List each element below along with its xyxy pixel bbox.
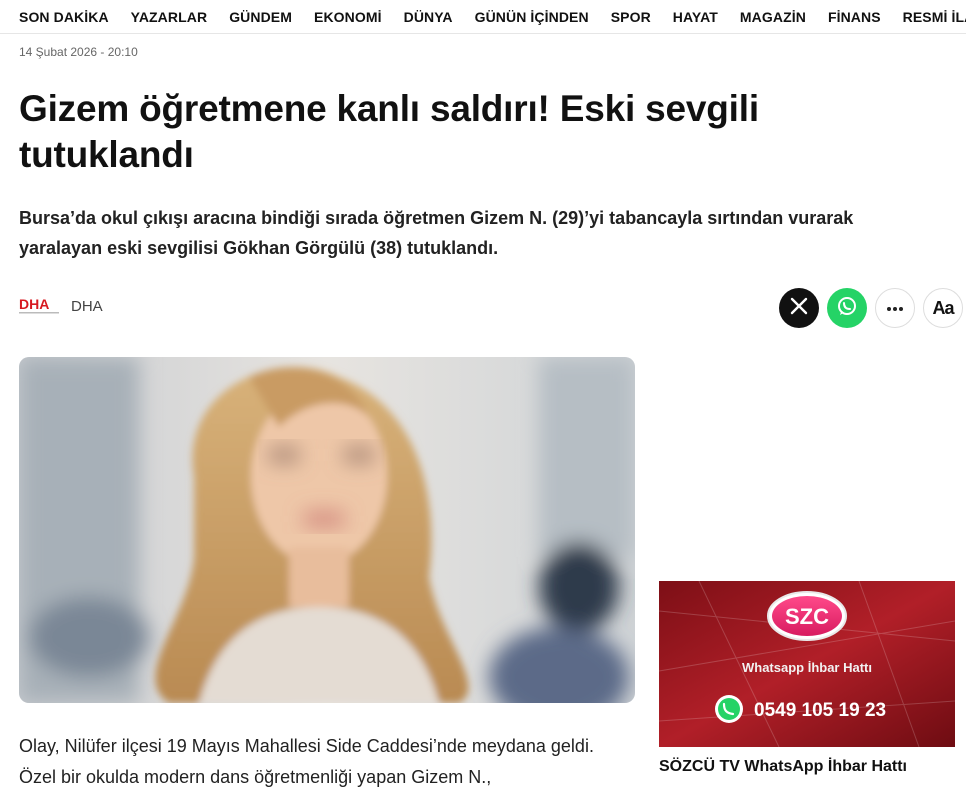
font-size-icon: Aa [932, 297, 954, 318]
ad-caption-link[interactable]: SÖZCÜ TV WhatsApp İhbar Hattı [659, 758, 907, 776]
ad-line-text: Whatsapp İhbar Hattı [742, 660, 872, 675]
share-x-button[interactable] [779, 288, 819, 328]
nav-item-magazin[interactable]: MAGAZİN [740, 9, 806, 25]
x-icon [790, 297, 808, 320]
nav-item-gundem[interactable]: GÜNDEM [229, 9, 292, 25]
dha-logo-text: DHA [19, 296, 49, 312]
dha-logo: DHA [19, 294, 61, 318]
article-hero-image [19, 357, 635, 703]
nav-item-finans[interactable]: FİNANS [828, 9, 881, 25]
article-summary: Bursa’da okul çıkışı aracına bindiği sır… [19, 208, 854, 258]
article-body-paragraph: Olay, Nilüfer ilçesi 19 Mayıs Mahallesi … [19, 736, 594, 787]
nav-item-resmi-ilan[interactable]: RESMİ İLAN [903, 9, 966, 25]
article-date: 14 Şubat 2026 - 20:10 [19, 45, 138, 59]
nav-item-yazarlar[interactable]: YAZARLAR [131, 9, 208, 25]
whatsapp-icon [836, 295, 858, 322]
nav-item-son-dakika[interactable]: SON DAKİKA [19, 9, 109, 25]
article-title: Gizem öğretmene kanlı saldırı! Eski sevg… [19, 88, 759, 175]
nav-item-gunun-icinden[interactable]: GÜNÜN İÇİNDEN [475, 9, 589, 25]
font-size-button[interactable]: Aa [923, 288, 963, 328]
share-more-button[interactable] [875, 288, 915, 328]
more-icon [886, 299, 904, 317]
share-whatsapp-button[interactable] [827, 288, 867, 328]
nav-item-hayat[interactable]: HAYAT [673, 9, 718, 25]
nav-item-ekonomi[interactable]: EKONOMİ [314, 9, 382, 25]
nav-item-dunya[interactable]: DÜNYA [404, 9, 453, 25]
share-bar: Aa [779, 288, 963, 328]
source-name: DHA [71, 297, 103, 315]
ad-whatsapp-icon [715, 695, 743, 723]
article-source[interactable]: DHA DHA [19, 291, 103, 321]
szc-logo-text: SZC [785, 604, 829, 629]
ad-phone-number: 0549 105 19 23 [754, 700, 886, 721]
sozcu-tv-ad-banner[interactable]: SZC Whatsapp İhbar Hattı 0549 105 19 23 [659, 581, 955, 747]
nav-item-spor[interactable]: SPOR [611, 9, 651, 25]
top-navigation: SON DAKİKA YAZARLAR GÜNDEM EKONOMİ DÜNYA… [0, 0, 966, 34]
